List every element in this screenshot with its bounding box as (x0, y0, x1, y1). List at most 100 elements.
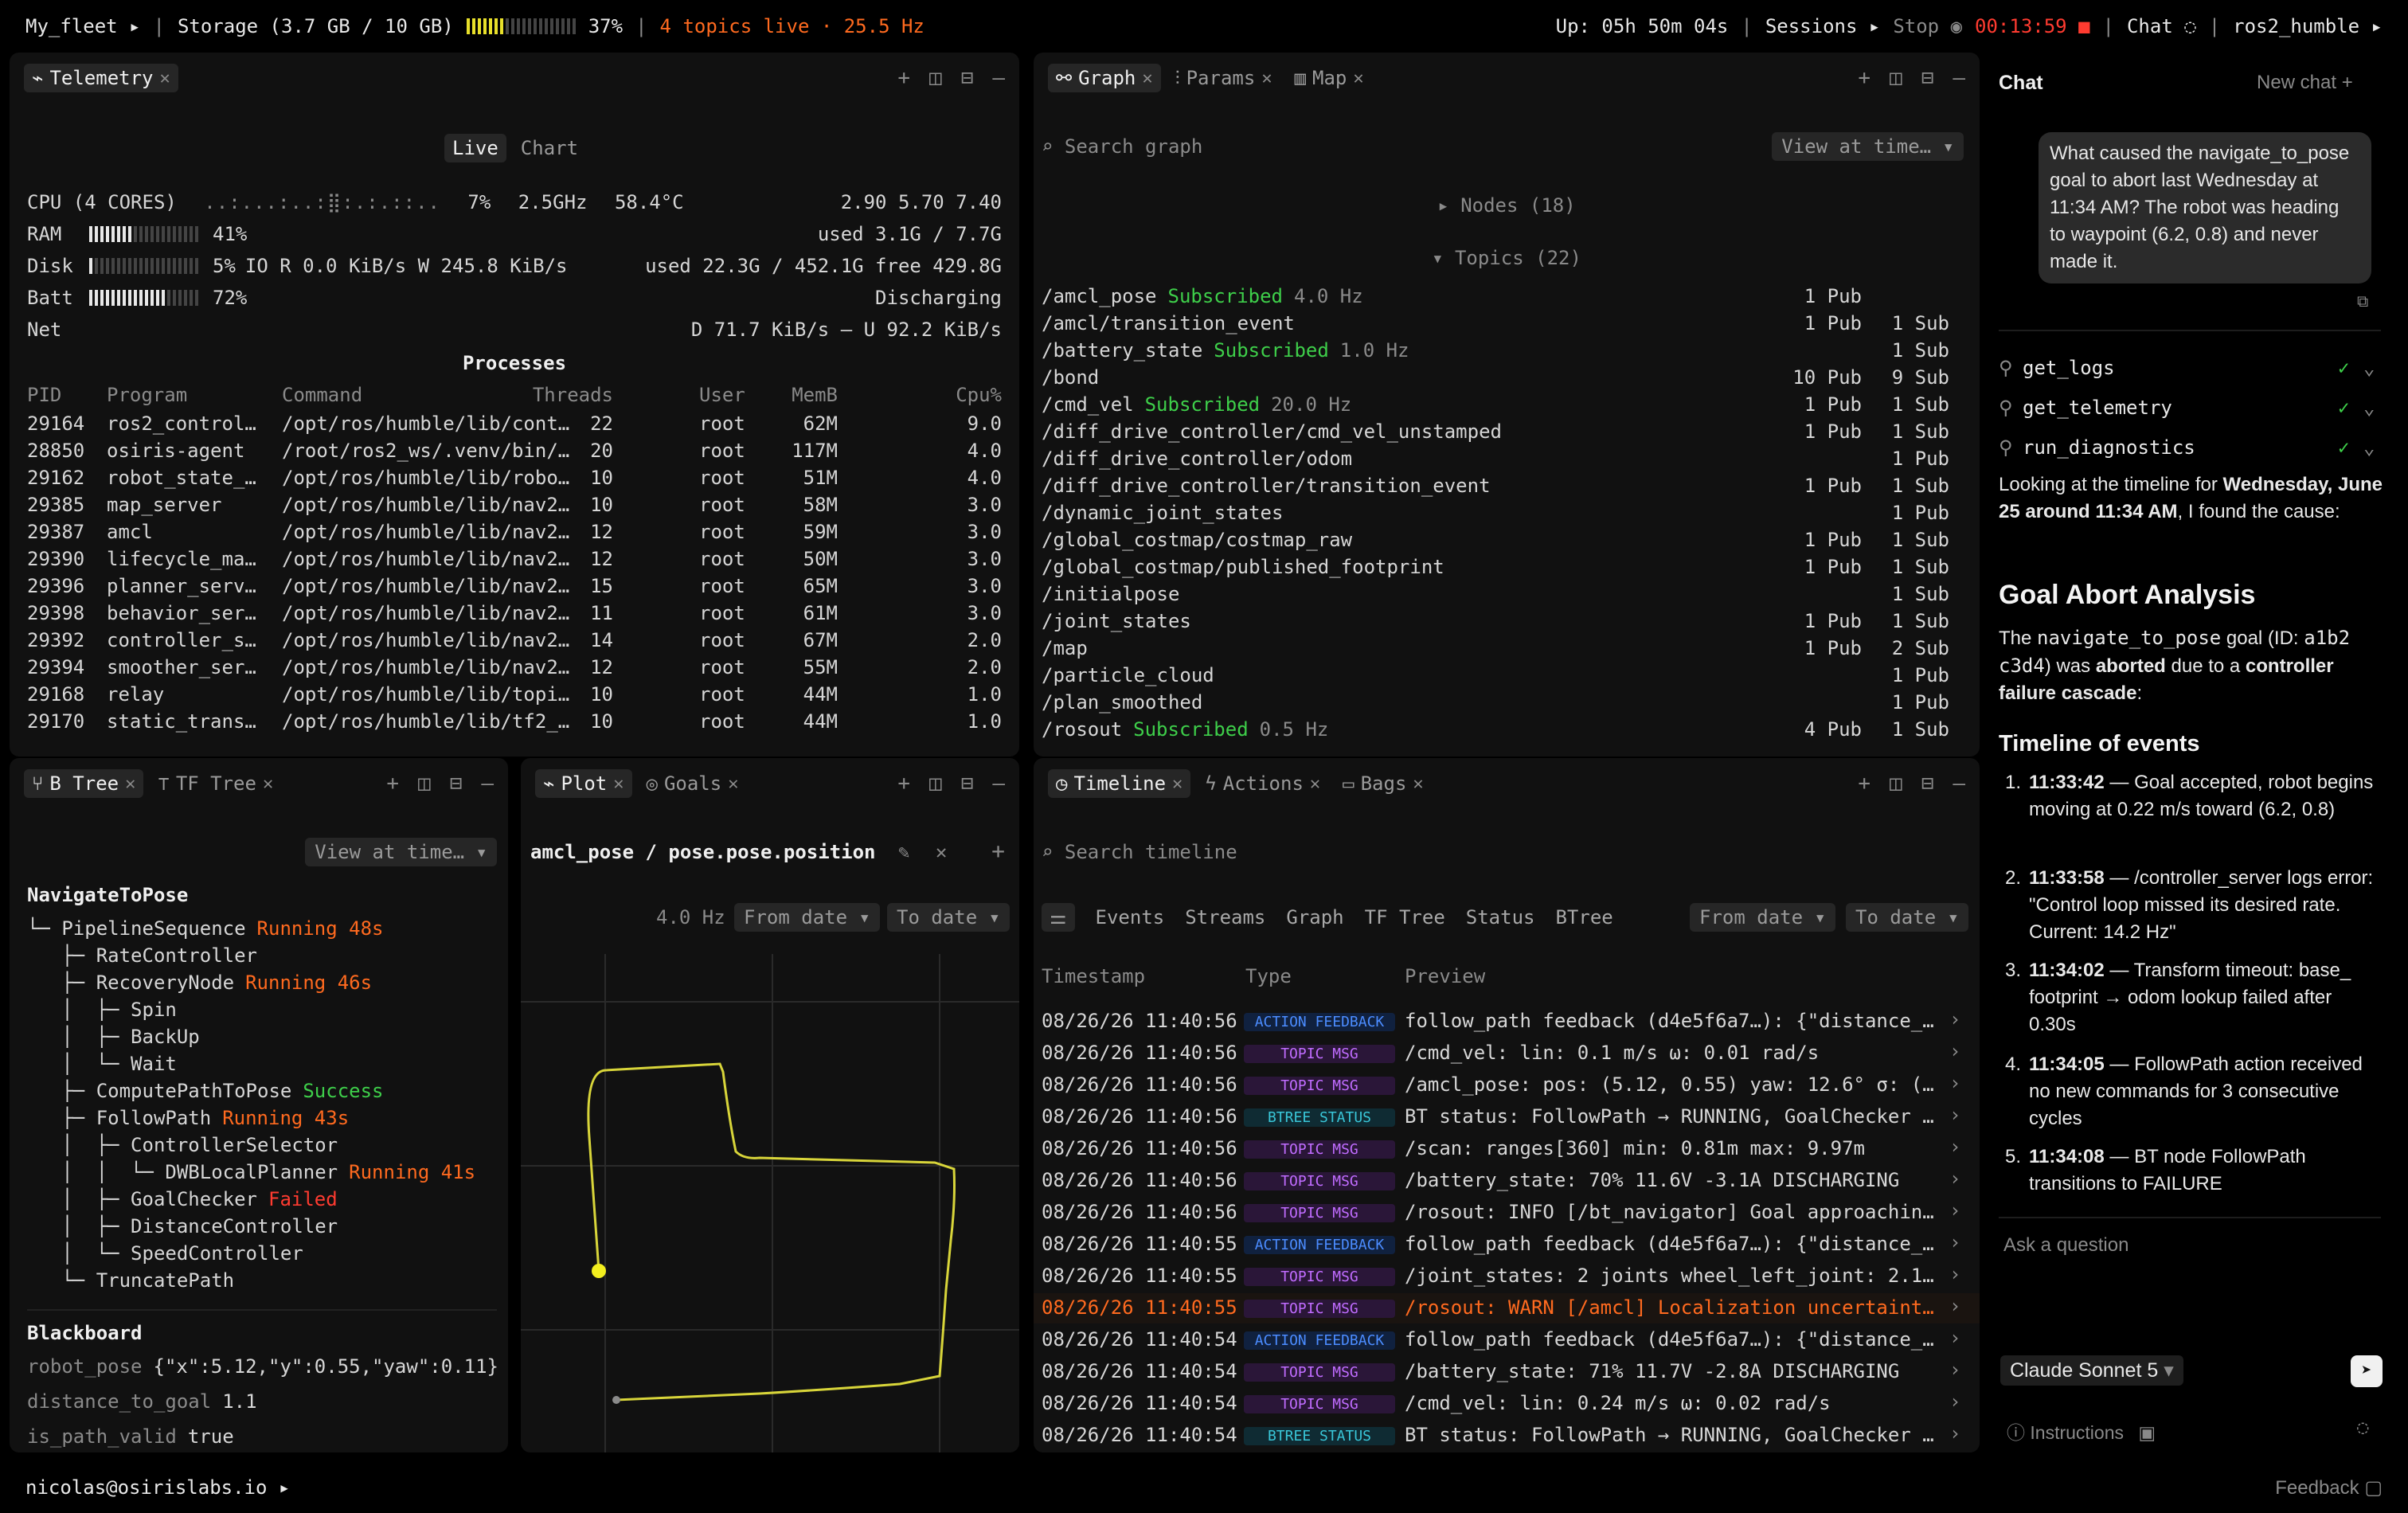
filter-graph[interactable]: Graph (1286, 906, 1343, 929)
split-horizontal-icon[interactable]: ⊟ (450, 772, 463, 796)
topic-row[interactable]: /particle_cloud (1042, 664, 1214, 686)
tab-goals[interactable]: ◎ Goals ✕ (639, 769, 747, 798)
close-icon[interactable]: ✕ (1413, 774, 1423, 794)
tree-node[interactable]: │ ├─ DistanceController (27, 1215, 338, 1237)
tree-node[interactable]: │ └─ SpeedController (27, 1242, 303, 1265)
copy-icon[interactable]: ⧉ (2357, 291, 2368, 311)
topic-row[interactable]: /joint_states (1042, 610, 1191, 632)
trajectory-plot[interactable] (521, 954, 1019, 1452)
filter-tf-tree[interactable]: TF Tree (1365, 906, 1445, 929)
user-menu[interactable]: nicolas@osirislabs.io ▸ (25, 1476, 290, 1499)
topic-row[interactable]: /amcl/transition_event (1042, 312, 1295, 334)
search-input[interactable]: Search timeline (1065, 841, 1237, 863)
split-horizontal-icon[interactable]: ⊟ (1921, 772, 1934, 796)
split-vertical-icon[interactable]: ◫ (418, 772, 431, 796)
close-icon[interactable]: ✕ (1172, 774, 1182, 794)
topic-row[interactable]: /cmd_vel Subscribed 20.0 Hz (1042, 393, 1351, 416)
chat-button[interactable]: Chat ◌ (2127, 15, 2196, 37)
add-icon[interactable]: + (386, 772, 399, 796)
close-icon[interactable]: ✕ (728, 774, 738, 794)
to-date-dropdown[interactable]: To date ▾ (1846, 903, 1969, 932)
add-icon[interactable]: + (1858, 66, 1870, 90)
tree-node[interactable]: └─ PipelineSequence Running 48s (27, 917, 384, 940)
tab-timeline[interactable]: ◷ Timeline ✕ (1048, 769, 1191, 798)
send-button[interactable]: ➤ (2351, 1355, 2383, 1387)
tree-node[interactable]: │ ├─ ControllerSelector (27, 1134, 338, 1156)
timeline-row[interactable]: 08/26/26 11:40:56 TOPIC MSG/rosout: INFO … (1034, 1198, 1980, 1228)
topic-row[interactable]: /dynamic_joint_states (1042, 502, 1283, 524)
tool-call[interactable]: ⚲ get_telemetry ✓ ⌄ (1999, 395, 2381, 427)
close-icon[interactable]: ✕ (1142, 68, 1152, 88)
topic-row[interactable]: /initialpose (1042, 583, 1179, 605)
topic-row[interactable]: /plan_smoothed (1042, 691, 1202, 713)
timeline-row[interactable]: 08/26/26 11:40:54 TOPIC MSG/battery_state… (1034, 1357, 1980, 1387)
model-selector[interactable]: Claude Sonnet 5 ▾ (2000, 1355, 2183, 1386)
split-horizontal-icon[interactable]: ⊟ (961, 66, 974, 90)
edit-icon[interactable]: ✎ (898, 841, 909, 863)
tree-node[interactable]: ├─ RecoveryNode Running 46s (27, 972, 372, 994)
tab-bags[interactable]: ▭ Bags ✕ (1335, 769, 1432, 798)
close-icon[interactable]: ✕ (125, 774, 135, 794)
topic-row[interactable]: /diff_drive_controller/cmd_vel_unstamped (1042, 420, 1502, 443)
timeline-row[interactable]: 08/26/26 11:40:54 TOPIC MSG/cmd_vel: lin:… (1034, 1389, 1980, 1419)
minimize-icon[interactable]: — (992, 66, 1005, 90)
close-icon[interactable]: ✕ (160, 68, 170, 88)
close-icon[interactable]: ✕ (1310, 774, 1320, 794)
filter-events[interactable]: Events (1096, 906, 1165, 929)
tree-node[interactable]: ├─ FollowPath Running 43s (27, 1107, 349, 1129)
mode-chart[interactable]: Chart (513, 134, 586, 162)
tree-node[interactable]: │ ├─ BackUp (27, 1026, 199, 1048)
topic-row[interactable]: /diff_drive_controller/odom (1042, 448, 1352, 470)
tab-graph[interactable]: ⚯ Graph ✕ (1048, 64, 1161, 92)
sessions-button[interactable]: Sessions ▸ (1765, 15, 1881, 37)
tree-node[interactable]: │ ├─ GoalChecker Failed (27, 1188, 337, 1210)
timeline-row[interactable]: 08/26/26 11:40:56 TOPIC MSG/scan: ranges[… (1034, 1134, 1980, 1164)
nodes-section[interactable]: ▸ Nodes (18) (1034, 194, 1980, 217)
feedback-button[interactable]: Feedback ▢ (2275, 1476, 2383, 1499)
tree-node[interactable]: │ └─ Wait (27, 1053, 177, 1075)
split-vertical-icon[interactable]: ◫ (1890, 66, 1902, 90)
timeline-row[interactable]: 08/26/26 11:40:56 TOPIC MSG/cmd_vel: lin:… (1034, 1038, 1980, 1069)
topic-row[interactable]: /bond (1042, 366, 1099, 389)
close-icon[interactable]: ✕ (1261, 68, 1272, 88)
topic-row[interactable]: /amcl_pose Subscribed 4.0 Hz (1042, 285, 1363, 307)
chat-input[interactable]: Ask a question (2003, 1234, 2128, 1257)
timeline-row[interactable]: 08/26/26 11:40:56 BTREE STATUS BT status: … (1034, 1102, 1980, 1132)
from-date-dropdown[interactable]: From date ▾ (1690, 903, 1835, 932)
minimize-icon[interactable]: — (481, 772, 494, 796)
topic-row[interactable]: /diff_drive_controller/transition_event (1042, 475, 1491, 497)
view-at-time-dropdown[interactable]: View at time… ▾ (305, 838, 497, 866)
add-icon[interactable]: + (897, 66, 910, 90)
filter-streams[interactable]: Streams (1185, 906, 1265, 929)
timeline-row[interactable]: 08/26/26 11:40:56 TOPIC MSG/battery_state… (1034, 1166, 1980, 1196)
topic-row[interactable]: /rosout Subscribed 0.5 Hz (1042, 718, 1328, 741)
add-icon[interactable]: + (897, 772, 910, 796)
graph-search[interactable]: ⌕ Search graph (1042, 135, 1599, 158)
chevron-down-icon[interactable]: ⌄ (2363, 436, 2375, 459)
instructions-button[interactable]: ⓘ Instructions ▣ (2007, 1417, 2156, 1445)
close-icon[interactable]: ✕ (936, 841, 947, 863)
close-icon[interactable]: ✕ (613, 774, 624, 794)
minimize-icon[interactable]: — (992, 772, 1005, 796)
tab-params[interactable]: ⫶ Params ✕ (1167, 64, 1280, 92)
timeline-row[interactable]: 08/26/26 11:40:56 ACTION FEEDBACK follow_p… (1034, 1007, 1980, 1037)
minimize-icon[interactable]: — (1953, 772, 1965, 796)
tree-node[interactable]: ├─ RateController (27, 944, 257, 967)
tree-node[interactable]: │ │ └─ DWBLocalPlanner Running 41s (27, 1161, 475, 1183)
split-horizontal-icon[interactable]: ⊟ (1921, 66, 1934, 90)
stop-button[interactable]: Stop ◉ (1893, 15, 1962, 37)
tool-call[interactable]: ⚲ run_diagnostics ✓ ⌄ (1999, 435, 2381, 467)
split-vertical-icon[interactable]: ◫ (929, 66, 942, 90)
tab-tf-tree[interactable]: ⊤ TF Tree ✕ (150, 769, 281, 798)
tab-actions[interactable]: ϟ Actions ✕ (1197, 769, 1328, 798)
robot-selector[interactable]: ros2_humble ▸ (2233, 15, 2383, 37)
topic-row[interactable]: /global_costmap/published_footprint (1042, 556, 1444, 578)
filter-btree[interactable]: BTree (1555, 906, 1612, 929)
chevron-down-icon[interactable]: ⌄ (2363, 397, 2375, 419)
tab-b-tree[interactable]: ⑂ B Tree ✕ (24, 769, 144, 798)
timeline-row[interactable]: 08/26/26 11:40:55 TOPIC MSG/joint_states:… (1034, 1261, 1980, 1292)
filter-status[interactable]: Status (1466, 906, 1535, 929)
split-vertical-icon[interactable]: ◫ (929, 772, 942, 796)
timeline-row[interactable]: 08/26/26 11:40:55 ACTION FEEDBACK follow_p… (1034, 1230, 1980, 1260)
mode-live[interactable]: Live (444, 134, 506, 162)
